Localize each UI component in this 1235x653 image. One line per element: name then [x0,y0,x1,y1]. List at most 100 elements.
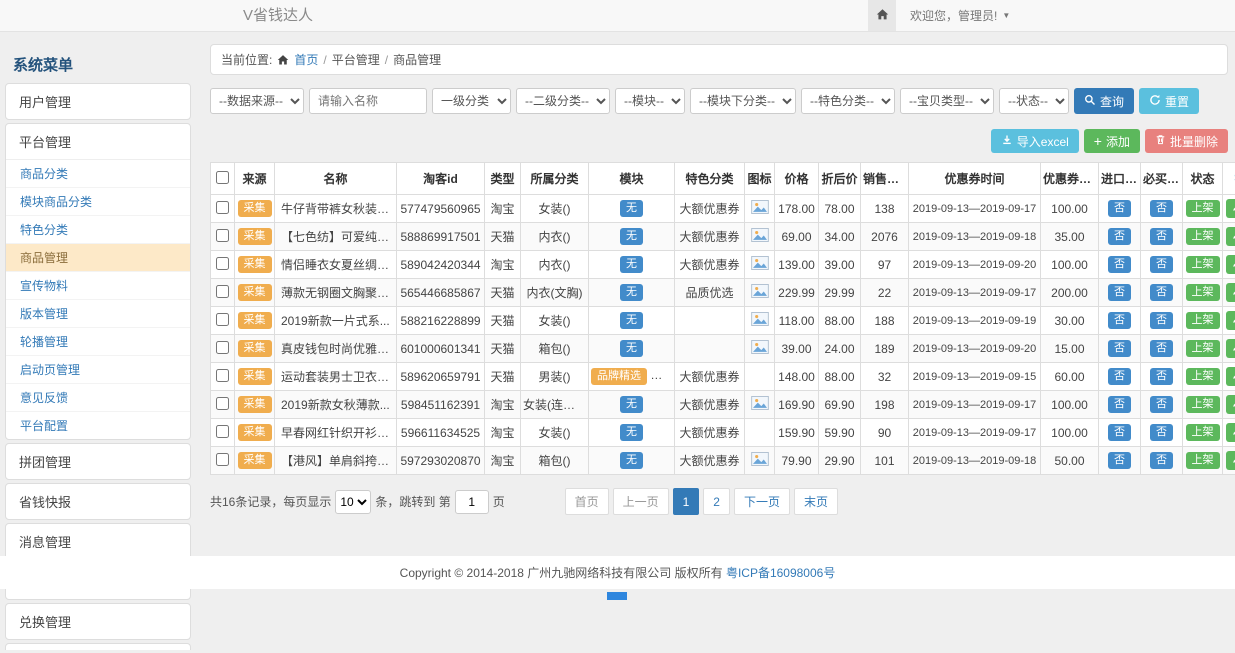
sidebar-item-2[interactable]: 拼团管理 [6,444,190,479]
user-menu[interactable]: 欢迎您，管理员! ▼ [896,0,1024,31]
cell-source: 采集 [235,251,275,279]
must-buy-toggle[interactable]: 否 [1150,312,1173,329]
trash-icon [1155,134,1166,148]
must-buy-toggle[interactable]: 否 [1150,256,1173,273]
must-buy-toggle[interactable]: 否 [1150,368,1173,385]
imported-toggle[interactable]: 否 [1108,312,1131,329]
status-toggle[interactable]: 上架 [1186,200,1220,217]
status-toggle[interactable]: 上架 [1186,228,1220,245]
must-buy-toggle[interactable]: 否 [1150,396,1173,413]
jump-page-input[interactable] [455,490,489,514]
must-buy-toggle[interactable]: 否 [1150,200,1173,217]
imported-toggle[interactable]: 否 [1108,228,1131,245]
filter-select-7[interactable]: --状态-- [999,88,1069,114]
sidebar-item-3[interactable]: 省钱快报 [6,484,190,519]
imported-toggle[interactable]: 否 [1108,368,1131,385]
must-buy-toggle[interactable]: 否 [1150,228,1173,245]
edit-icon [1231,453,1235,468]
imported-toggle[interactable]: 否 [1108,256,1131,273]
page-button-0[interactable]: 首页 [565,488,609,515]
imported-toggle[interactable]: 否 [1108,424,1131,441]
edit-button[interactable] [1226,199,1235,218]
page-button-1[interactable]: 上一页 [613,488,669,515]
name-search-input[interactable] [309,88,427,114]
status-toggle[interactable]: 上架 [1186,340,1220,357]
coupon-amount: 100.00 [1041,391,1099,419]
filter-select-1[interactable]: 一级分类 [432,88,511,114]
filter-select-5[interactable]: --特色分类-- [801,88,895,114]
row-checkbox[interactable] [216,397,229,410]
status-toggle[interactable]: 上架 [1186,452,1220,469]
cell-ops [1223,363,1235,391]
submenu-item-2[interactable]: 特色分类 [6,216,190,244]
submenu-item-9[interactable]: 平台配置 [6,412,190,439]
edit-button[interactable] [1226,311,1235,330]
row-checkbox[interactable] [216,369,229,382]
page-button-2[interactable]: 1 [673,488,700,515]
imported-toggle[interactable]: 否 [1108,396,1131,413]
row-checkbox[interactable] [216,257,229,270]
page-button-5[interactable]: 末页 [794,488,838,515]
must-buy-toggle[interactable]: 否 [1150,424,1173,441]
filter-select-0[interactable]: --数据来源-- [210,88,304,114]
status-toggle[interactable]: 上架 [1186,368,1220,385]
sidebar-item-7[interactable] [6,644,190,650]
topbar-right-group: 欢迎您，管理员! ▼ [868,0,1024,31]
row-checkbox[interactable] [216,313,229,326]
row-checkbox[interactable] [216,425,229,438]
import-excel-button[interactable]: 导入excel [991,129,1079,153]
must-buy-toggle[interactable]: 否 [1150,452,1173,469]
status-toggle[interactable]: 上架 [1186,424,1220,441]
imported-toggle[interactable]: 否 [1108,452,1131,469]
must-buy-toggle[interactable]: 否 [1150,284,1173,301]
submenu-item-0[interactable]: 商品分类 [6,160,190,188]
breadcrumb-home-link[interactable]: 首页 [294,51,318,68]
status-toggle[interactable]: 上架 [1186,256,1220,273]
row-checkbox[interactable] [216,229,229,242]
home-button[interactable] [868,0,896,31]
sidebar-item-4[interactable]: 消息管理 [6,524,190,559]
filter-select-6[interactable]: --宝贝类型-- [900,88,994,114]
status-toggle[interactable]: 上架 [1186,396,1220,413]
filter-select-3[interactable]: --模块-- [615,88,685,114]
edit-button[interactable] [1226,423,1235,442]
status-toggle[interactable]: 上架 [1186,312,1220,329]
sidebar-item-0[interactable]: 用户管理 [6,84,190,119]
submenu-item-5[interactable]: 版本管理 [6,300,190,328]
select-all-checkbox[interactable] [216,171,229,184]
icp-link[interactable]: 粤ICP备16098006号 [726,566,835,580]
edit-button[interactable] [1226,283,1235,302]
imported-toggle[interactable]: 否 [1108,200,1131,217]
edit-button[interactable] [1226,227,1235,246]
search-button[interactable]: 查询 [1074,88,1134,114]
submenu-item-7[interactable]: 启动页管理 [6,356,190,384]
reset-button[interactable]: 重置 [1139,88,1199,114]
imported-toggle[interactable]: 否 [1108,284,1131,301]
row-checkbox[interactable] [216,453,229,466]
sidebar-item-1[interactable]: 平台管理 [6,124,190,159]
submenu-item-4[interactable]: 宣传物料 [6,272,190,300]
page-button-3[interactable]: 2 [703,488,730,515]
submenu-item-3[interactable]: 商品管理 [6,244,190,272]
submenu-item-6[interactable]: 轮播管理 [6,328,190,356]
edit-button[interactable] [1226,255,1235,274]
must-buy-toggle[interactable]: 否 [1150,340,1173,357]
row-checkbox[interactable] [216,341,229,354]
edit-button[interactable] [1226,451,1235,470]
batch-delete-button[interactable]: 批量删除 [1145,129,1228,153]
row-checkbox[interactable] [216,285,229,298]
sidebar-item-6[interactable]: 兑换管理 [6,604,190,639]
submenu-item-8[interactable]: 意见反馈 [6,384,190,412]
filter-select-4[interactable]: --模块下分类-- [690,88,796,114]
filter-select-2[interactable]: --二级分类-- [516,88,610,114]
edit-button[interactable] [1226,339,1235,358]
imported-toggle[interactable]: 否 [1108,340,1131,357]
row-checkbox[interactable] [216,201,229,214]
edit-button[interactable] [1226,395,1235,414]
status-toggle[interactable]: 上架 [1186,284,1220,301]
per-page-select[interactable]: 10 [335,490,371,514]
edit-button[interactable] [1226,367,1235,386]
submenu-item-1[interactable]: 模块商品分类 [6,188,190,216]
add-button[interactable]: + 添加 [1084,129,1140,153]
page-button-4[interactable]: 下一页 [734,488,790,515]
